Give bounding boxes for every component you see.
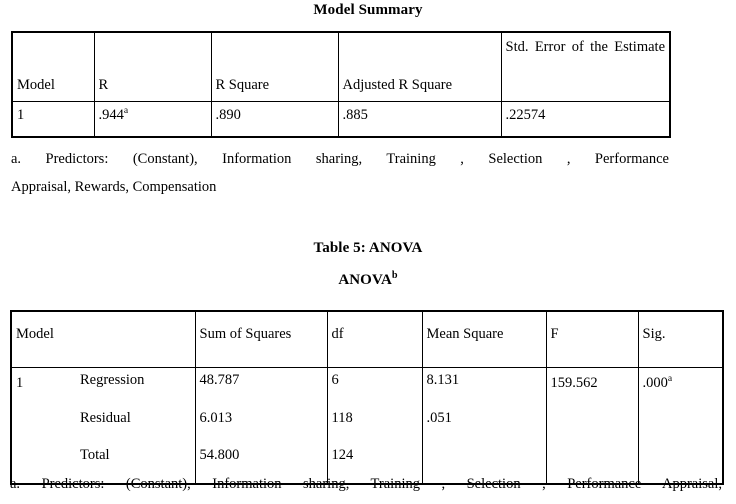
anova-subtitle-superscript: b <box>391 270 398 281</box>
cell-df: 6 118 124 <box>326 367 423 485</box>
column-header-sig: Sig. <box>637 310 724 368</box>
column-header-r: R <box>93 31 212 102</box>
table-row: 1 Regression Residual Total 48.787 6.013… <box>10 367 724 485</box>
column-header-r-label: R <box>98 77 109 94</box>
cell-model-terms: 1 Regression Residual Total <box>10 367 196 485</box>
column-header-adjusted-r-square-label: Adjusted R Square <box>342 77 453 94</box>
table-header-row: Model Sum of Squares df Mean Square F Si… <box>10 310 724 368</box>
model-summary-footnote-line2: Appraisal, Rewards, Compensation <box>11 179 217 196</box>
table-row: 1 .944a .890 .885 .22574 <box>11 101 671 138</box>
cell-df-total: 124 <box>331 447 354 463</box>
cell-model-number: 1 <box>11 101 95 138</box>
table-header-row: Model R R Square Adjusted R Square Std. … <box>11 31 671 102</box>
cell-term-regression: Regression <box>80 372 145 388</box>
cell-r-square: .890 <box>210 101 339 138</box>
cell-df-residual: 118 <box>331 409 353 426</box>
anova-footnote-line1: a. Predictors: (Constant), Information s… <box>10 476 722 492</box>
column-header-mean-square: Mean Square <box>421 310 547 368</box>
anova-subtitle: ANOVAb <box>0 270 736 289</box>
column-header-std-error-line2: Estimate <box>614 39 666 55</box>
cell-r-value: .944a <box>93 101 212 138</box>
column-header-model: Model <box>10 310 196 368</box>
anova-footnote: a. Predictors: (Constant), Information s… <box>10 470 722 498</box>
cell-term-total: Total <box>80 447 110 463</box>
cell-model-number: 1 <box>16 375 24 391</box>
cell-r-value-text: .944 <box>98 107 124 123</box>
cell-df-regression: 6 <box>331 372 339 388</box>
cell-sig-value: .000a <box>637 367 724 485</box>
model-summary-title: Model Summary <box>313 2 423 18</box>
anova-table: Model Sum of Squares df Mean Square F Si… <box>10 310 724 485</box>
column-header-std-error: Std. Error of the Estimate <box>500 31 671 102</box>
cell-std-error-estimate: .22574 <box>500 101 671 138</box>
cell-ms-regression: 8.131 <box>426 372 460 388</box>
column-header-f: F <box>545 310 639 368</box>
model-summary-footnote-line1: a. Predictors: (Constant), Information s… <box>11 151 669 167</box>
cell-ms-residual: .051 <box>426 409 452 426</box>
cell-f-value: 159.562 <box>545 367 639 485</box>
column-header-model-label: Model <box>17 77 55 94</box>
anova-subtitle-text: ANOVA <box>338 272 392 288</box>
anova-table-caption: Table 5: ANOVA <box>313 240 423 256</box>
column-header-adjusted-r-square: Adjusted R Square <box>337 31 502 102</box>
cell-sig-value-superscript: a <box>667 373 673 385</box>
column-header-r-square: R Square <box>210 31 339 102</box>
column-header-model: Model <box>11 31 95 102</box>
cell-ss-total: 54.800 <box>199 447 240 463</box>
column-header-r-square-label: R Square <box>215 77 270 94</box>
cell-r-value-superscript: a <box>123 105 129 117</box>
column-header-std-error-line1: Std. Error of the <box>505 39 608 55</box>
cell-ss-residual: 6.013 <box>199 409 233 426</box>
cell-sum-of-squares: 48.787 6.013 54.800 <box>194 367 328 485</box>
model-summary-table: Model R R Square Adjusted R Square Std. … <box>11 31 671 138</box>
cell-sig-value-text: .000 <box>642 375 668 391</box>
cell-ss-regression: 48.787 <box>199 372 240 388</box>
cell-term-residual: Residual <box>80 409 131 426</box>
cell-mean-square: 8.131 .051 <box>421 367 547 485</box>
column-header-df: df <box>326 310 423 368</box>
document-page: Model Summary Model R R Square Adjusted … <box>0 0 736 504</box>
model-summary-footnote: a. Predictors: (Constant), Information s… <box>11 145 669 202</box>
cell-adjusted-r-square: .885 <box>337 101 502 138</box>
column-header-sum-of-squares: Sum of Squares <box>194 310 328 368</box>
